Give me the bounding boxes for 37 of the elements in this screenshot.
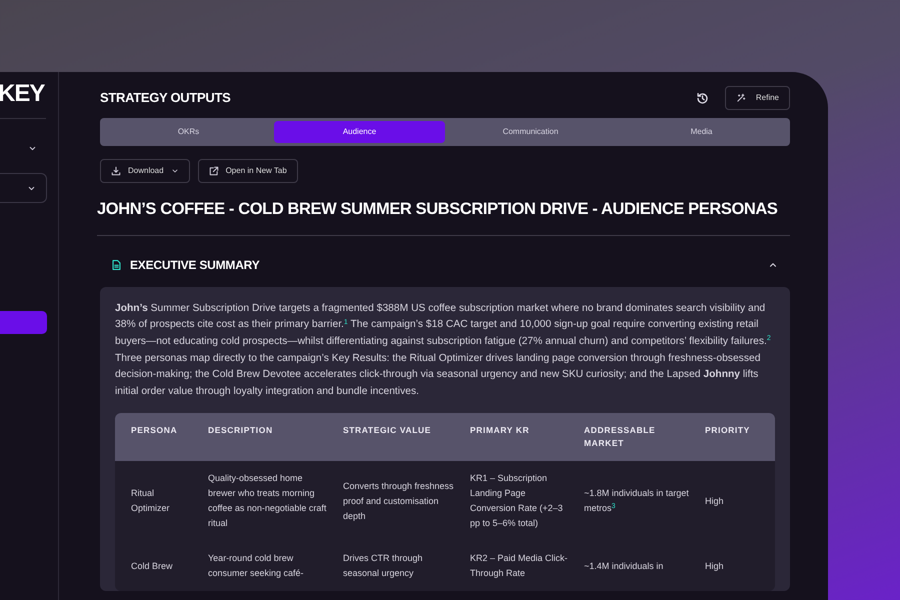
column-header: PERSONA: [130, 424, 178, 438]
table-cell-text: Cold Brew: [130, 560, 174, 573]
tab[interactable]: Communication: [445, 121, 616, 143]
table-cell-text: High: [704, 560, 725, 573]
tab[interactable]: Media: [616, 121, 787, 143]
section-title: STRATEGY OUTPUTS: [100, 89, 231, 108]
table-cell-text: ~1.8M individuals in target metros$^{3}$: [583, 487, 690, 516]
sparkle-icon: [736, 93, 746, 103]
column-header: ADDRESSABLE MARKET: [583, 424, 656, 450]
chevron-icon: [170, 167, 179, 175]
summary-paragraph: John’s Summer Subscription Drive targets a fragmented $388M US coffee subscription market where no brand dominates search visibility and 38% of prospects cite cost as their primary barrier.$^{1}$ The campaign’s $18 CAC target and 10,000 sign-up goal require converting existing retail buyers—not educating cold prospects—whilst differentiating against subscription fatigue (27% annual churn) and competitors’ flexibility failures.$^{2}$ Three personas map directly to the campaign’s Key Results: the Ritual Optimizer drives landing page conversion through freshness-obsessed decision-making; the Cold Brew Devotee accelerates click-through via seasonal urgency and new SKU curiosity; and the Lapsed Johnny lifts initial order value through loyalty integration and bundle incentives.: [115, 302, 772, 399]
tab[interactable]: Audience: [274, 121, 445, 143]
sidebar-button[interactable]: [0, 311, 47, 334]
history-icon: [696, 92, 709, 104]
table-cell-text: Quality-obsessed home brewer who treats morning coffee as non-negotiable craft ritual: [207, 472, 328, 530]
table-cell-text: KR2 – Paid Media Click-Through Rate: [469, 552, 569, 580]
table-cell-text: Ritual Optimizer: [130, 487, 171, 516]
tab[interactable]: OKRs: [103, 121, 274, 143]
section-heading: EXECUTIVE SUMMARY: [130, 256, 260, 274]
table-cell-text: Drives CTR through seasonal urgency: [342, 552, 424, 580]
column-header: PRIORITY: [704, 424, 751, 438]
table-cell-text: KR1 – Subscription Landing Page Conversion Rate (+2–3 pp to 5–6% total): [469, 472, 564, 530]
open-tab-button[interactable]: Open in New Tab: [198, 159, 298, 183]
column-header: STRATEGIC VALUE: [342, 424, 432, 438]
table-cell-text: Year-round cold brew consumer seeking café-: [207, 552, 305, 580]
document-title: JOHN’S COFFEE - COLD BREW SUMMER SUBSCRIPTION DRIVE - AUDIENCE PERSONAS: [97, 197, 790, 236]
table-cell-text: High: [704, 494, 725, 508]
sidebar-dropdown[interactable]: [0, 173, 47, 203]
external-link-icon: [208, 166, 219, 176]
column-header: PRIMARY KR: [469, 424, 530, 438]
table-cell-text: ~1.4M individuals in: [583, 560, 664, 573]
refine-button[interactable]: Refine: [724, 86, 790, 110]
document-icon: [111, 258, 122, 271]
download-button[interactable]: Download: [100, 159, 190, 183]
column-header: DESCRIPTION: [207, 424, 274, 438]
table-cell-text: Converts through freshness proof and customisation depth: [342, 480, 455, 523]
download-icon: [111, 166, 121, 176]
